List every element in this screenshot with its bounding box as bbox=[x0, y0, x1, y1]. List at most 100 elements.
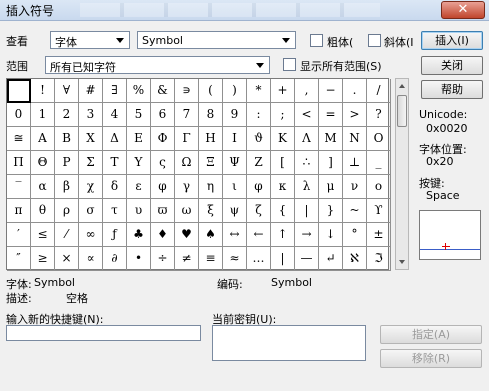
grid-scrollbar[interactable] bbox=[395, 78, 409, 270]
current-keys-list[interactable] bbox=[212, 325, 366, 361]
char-cell[interactable]: δ bbox=[103, 175, 127, 199]
char-cell[interactable]: ) bbox=[223, 79, 247, 103]
char-cell[interactable]: φ bbox=[151, 175, 175, 199]
char-cell[interactable]: Ω bbox=[175, 151, 199, 175]
char-cell[interactable]: ϑ bbox=[247, 127, 271, 151]
char-cell[interactable]: ↓ bbox=[319, 223, 343, 247]
char-cell[interactable]: ± bbox=[367, 223, 391, 247]
assign-button[interactable]: 指定(A) bbox=[380, 325, 482, 344]
char-cell[interactable]: ≅ bbox=[7, 127, 31, 151]
char-cell[interactable]: φ bbox=[247, 175, 271, 199]
char-cell[interactable]: ≥ bbox=[31, 247, 55, 271]
scroll-down-icon[interactable] bbox=[396, 255, 408, 269]
char-cell[interactable]: … bbox=[247, 247, 271, 271]
char-cell[interactable]: → bbox=[295, 223, 319, 247]
char-cell[interactable]: Λ bbox=[295, 127, 319, 151]
char-cell[interactable]: & bbox=[151, 79, 175, 103]
char-cell[interactable]: ∂ bbox=[103, 247, 127, 271]
char-cell[interactable]: Ζ bbox=[247, 151, 271, 175]
char-cell[interactable]: ρ bbox=[55, 199, 79, 223]
char-cell[interactable]: ♠ bbox=[199, 223, 223, 247]
char-cell[interactable]: υ bbox=[127, 199, 151, 223]
close-button[interactable]: 关闭 bbox=[421, 56, 483, 75]
char-cell[interactable]: η bbox=[199, 175, 223, 199]
char-cell[interactable]: 7 bbox=[175, 103, 199, 127]
char-cell[interactable]: Μ bbox=[319, 127, 343, 151]
char-cell[interactable]: ≠ bbox=[175, 247, 199, 271]
range-select[interactable]: 所有已知字符 bbox=[45, 56, 270, 74]
char-cell[interactable]: ♥ bbox=[175, 223, 199, 247]
char-cell[interactable]: 4 bbox=[103, 103, 127, 127]
char-cell[interactable]: π bbox=[7, 199, 31, 223]
char-cell[interactable]: * bbox=[247, 79, 271, 103]
font-name-select[interactable]: Symbol bbox=[137, 31, 296, 49]
char-cell[interactable]: ο bbox=[367, 175, 391, 199]
char-cell[interactable]: λ bbox=[295, 175, 319, 199]
char-cell[interactable]: = bbox=[319, 103, 343, 127]
char-cell[interactable]: ‾ bbox=[7, 175, 31, 199]
char-cell[interactable]: # bbox=[79, 79, 103, 103]
char-cell[interactable]: 5 bbox=[127, 103, 151, 127]
char-cell[interactable]: ↑ bbox=[271, 223, 295, 247]
char-cell[interactable]: ≈ bbox=[223, 247, 247, 271]
char-cell[interactable]: Ψ bbox=[223, 151, 247, 175]
char-cell[interactable]: ♣ bbox=[127, 223, 151, 247]
char-cell[interactable]: γ bbox=[175, 175, 199, 199]
char-cell[interactable]: ← bbox=[247, 223, 271, 247]
char-cell[interactable]: Ε bbox=[127, 127, 151, 151]
char-cell[interactable]: Η bbox=[199, 127, 223, 151]
bold-checkbox[interactable] bbox=[310, 34, 323, 47]
char-cell[interactable]: Β bbox=[55, 127, 79, 151]
char-cell[interactable]: 1 bbox=[31, 103, 55, 127]
char-cell[interactable]: σ bbox=[79, 199, 103, 223]
char-cell[interactable]: ∍ bbox=[175, 79, 199, 103]
char-cell[interactable]: ξ bbox=[199, 199, 223, 223]
char-cell[interactable]: Κ bbox=[271, 127, 295, 151]
char-cell[interactable]: 8 bbox=[199, 103, 223, 127]
char-cell[interactable]: β bbox=[55, 175, 79, 199]
remove-button[interactable]: 移除(R) bbox=[380, 349, 482, 368]
char-cell[interactable]: ↔ bbox=[223, 223, 247, 247]
char-cell[interactable]: + bbox=[271, 79, 295, 103]
character-grid[interactable]: ! ∀ # ∃% & ∍() * +, −./ 0 1 2 3 4 5 6 7 8 9:; < = >? ≅ Α Β Χ Δ Ε Φ Γ Η… bbox=[6, 78, 391, 271]
char-cell[interactable]: Δ bbox=[103, 127, 127, 151]
char-cell[interactable]: 2 bbox=[55, 103, 79, 127]
char-cell[interactable]: Φ bbox=[151, 127, 175, 151]
scroll-thumb[interactable] bbox=[397, 95, 407, 127]
char-cell[interactable]: ( bbox=[199, 79, 223, 103]
char-cell[interactable]: χ bbox=[79, 175, 103, 199]
show-all-ranges-checkbox[interactable] bbox=[283, 58, 296, 71]
char-cell[interactable]: ~ bbox=[343, 199, 367, 223]
char-cell[interactable]: Χ bbox=[79, 127, 103, 151]
char-cell[interactable]: ↵ bbox=[319, 247, 343, 271]
char-cell[interactable]: ; bbox=[271, 103, 295, 127]
char-cell[interactable]: ∀ bbox=[55, 79, 79, 103]
char-cell[interactable]: Σ bbox=[79, 151, 103, 175]
char-cell[interactable]: : bbox=[247, 103, 271, 127]
char-cell[interactable]: ° bbox=[343, 223, 367, 247]
char-cell[interactable]: 3 bbox=[79, 103, 103, 127]
new-shortcut-input[interactable] bbox=[6, 325, 201, 341]
char-cell[interactable]: α bbox=[31, 175, 55, 199]
char-cell[interactable]: ∃ bbox=[103, 79, 127, 103]
char-cell[interactable]: ≡ bbox=[199, 247, 223, 271]
char-cell[interactable]: 6 bbox=[151, 103, 175, 127]
char-cell[interactable]: % bbox=[127, 79, 151, 103]
char-cell[interactable]: Ι bbox=[223, 127, 247, 151]
char-cell[interactable]: Ρ bbox=[55, 151, 79, 175]
char-cell[interactable]: Α bbox=[31, 127, 55, 151]
char-cell[interactable]: | bbox=[271, 247, 295, 271]
char-cell[interactable]: ″ bbox=[7, 247, 31, 271]
char-cell[interactable]: ∞ bbox=[79, 223, 103, 247]
char-cell[interactable]: ε bbox=[127, 175, 151, 199]
char-cell[interactable]: — bbox=[295, 247, 319, 271]
char-cell[interactable]: ⊥ bbox=[343, 151, 367, 175]
char-cell[interactable]: Τ bbox=[103, 151, 127, 175]
char-cell[interactable]: { bbox=[271, 199, 295, 223]
char-cell[interactable]: ♦ bbox=[151, 223, 175, 247]
char-cell[interactable]: Υ bbox=[127, 151, 151, 175]
italic-checkbox[interactable] bbox=[368, 34, 381, 47]
font-type-select[interactable]: 字体 bbox=[50, 31, 130, 49]
char-cell[interactable]: > bbox=[343, 103, 367, 127]
char-cell[interactable]: ϖ bbox=[151, 199, 175, 223]
